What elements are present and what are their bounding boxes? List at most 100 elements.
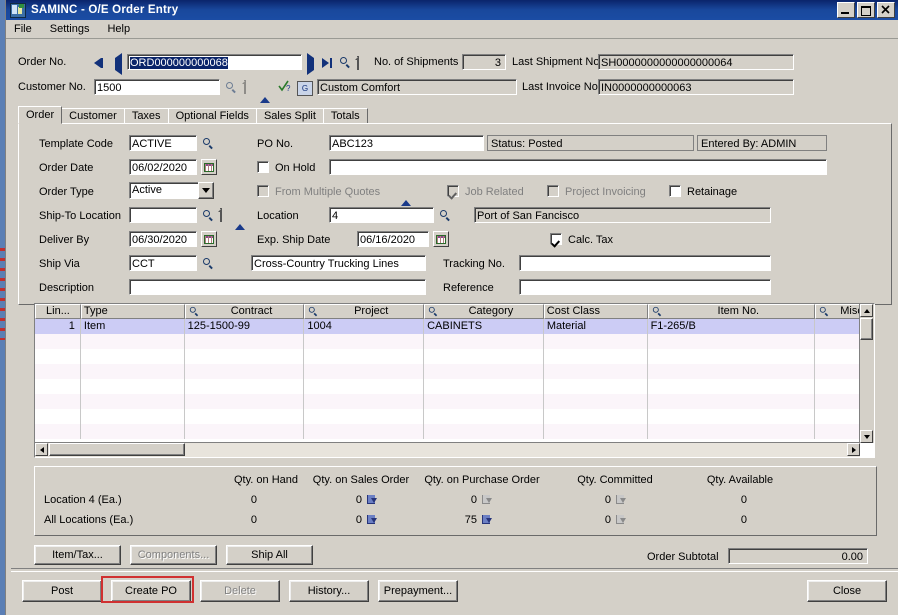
table-row-empty[interactable]: [35, 379, 875, 394]
grid-empty-rows[interactable]: [35, 334, 875, 439]
order-nav-prev[interactable]: [115, 53, 122, 75]
order-no-new-icon[interactable]: [357, 56, 359, 70]
exp-ship-date-calendar-icon[interactable]: [433, 231, 449, 247]
ship-via-label: Ship Via: [39, 258, 80, 270]
cell-empty: [81, 394, 185, 409]
grid-col-cost-class[interactable]: Cost Class: [543, 304, 648, 319]
table-row-empty[interactable]: [35, 424, 875, 439]
on-hold-checkbox[interactable]: [257, 161, 269, 173]
grid-col-project[interactable]: Project: [304, 304, 425, 319]
order-nav-last[interactable]: [322, 58, 332, 68]
create-po-button[interactable]: Create PO: [111, 580, 191, 602]
scroll-right-button[interactable]: [847, 443, 860, 456]
tab-totals[interactable]: Totals: [322, 108, 368, 124]
scroll-up-button[interactable]: [860, 304, 873, 317]
cell-empty: [648, 349, 816, 364]
sales-order-drill-icon[interactable]: [367, 495, 377, 506]
deliver-by-input[interactable]: 06/30/2020: [129, 231, 197, 247]
application-icon: [10, 3, 26, 18]
item-tax-button[interactable]: Item/Tax...: [34, 545, 121, 565]
ship-via-input[interactable]: CCT: [129, 255, 197, 271]
retainage-checkbox[interactable]: [669, 185, 681, 197]
scroll-left-button[interactable]: [35, 443, 48, 456]
order-type-select[interactable]: Active: [129, 182, 214, 199]
deliver-by-calendar-icon[interactable]: [201, 231, 217, 247]
tab-sales-split[interactable]: Sales Split: [255, 108, 324, 124]
customer-no-input[interactable]: 1500: [94, 79, 220, 95]
po-no-input[interactable]: ABC123: [329, 135, 484, 151]
exp-ship-date-input[interactable]: 06/16/2020: [357, 231, 429, 247]
menu-item-file[interactable]: File: [14, 23, 32, 35]
ship-via-description[interactable]: Cross-Country Trucking Lines: [251, 255, 426, 271]
order-lines-grid[interactable]: Lin... Type Contract Project Category Co…: [34, 303, 875, 458]
tab-order[interactable]: Order: [18, 106, 63, 124]
cell-empty: [424, 349, 544, 364]
po-no-label: PO No.: [257, 138, 294, 150]
qty-row0-on-purchase-order: 0: [470, 494, 477, 506]
template-code-input[interactable]: ACTIVE: [129, 135, 197, 151]
cell-empty: [185, 394, 305, 409]
last-invoice-no-label: Last Invoice No.: [522, 81, 601, 93]
ship-to-location-input[interactable]: [129, 207, 197, 223]
customer-drill-up-icon[interactable]: [260, 85, 270, 103]
order-date-calendar-icon[interactable]: [201, 159, 217, 175]
description-input[interactable]: [129, 279, 426, 295]
grid-col-type[interactable]: Type: [80, 304, 185, 319]
last-invoice-no-value: IN0000000000063: [598, 79, 794, 95]
purchase-order-drill-icon-2[interactable]: [482, 515, 492, 526]
table-row-empty[interactable]: [35, 349, 875, 364]
order-no-input[interactable]: ORD000000000068: [127, 54, 302, 70]
menu-item-help[interactable]: Help: [107, 23, 130, 35]
qty-row0-on-hand: 0: [250, 494, 257, 506]
menu-item-settings[interactable]: Settings: [50, 23, 90, 35]
grid-scroll-thumb[interactable]: [860, 318, 873, 340]
footer-buttons: Post Create PO Delete History... Prepaym…: [22, 580, 458, 602]
cell-empty: [35, 349, 81, 364]
customer-inquiry-icon[interactable]: G: [297, 81, 313, 96]
table-row[interactable]: 1 Item 125-1500-99 1004 CABINETS Materia…: [35, 319, 875, 334]
close-window-button[interactable]: [877, 2, 895, 18]
order-date-input[interactable]: 06/02/2020: [129, 159, 197, 175]
tracking-no-input[interactable]: [519, 255, 771, 271]
grid-vertical-scrollbar[interactable]: [859, 304, 874, 443]
calc-tax-label: Calc. Tax: [568, 234, 614, 246]
grid-col-category[interactable]: Category: [424, 304, 544, 319]
customer-new-icon[interactable]: [244, 80, 246, 94]
table-row-empty[interactable]: [35, 334, 875, 349]
grid-col-contract[interactable]: Contract: [184, 304, 305, 319]
scroll-down-button[interactable]: [860, 430, 873, 443]
maximize-button[interactable]: [857, 2, 875, 18]
prepayment-button[interactable]: Prepayment...: [378, 580, 458, 602]
close-button[interactable]: Close: [807, 580, 887, 602]
grid-hscroll-thumb[interactable]: [49, 443, 185, 456]
grid-horizontal-scrollbar[interactable]: [35, 442, 860, 457]
quotes-drill-icon[interactable]: [401, 188, 411, 206]
sales-order-drill-icon-2[interactable]: [367, 515, 377, 526]
table-row-empty[interactable]: [35, 364, 875, 379]
post-button[interactable]: Post: [22, 580, 102, 602]
chevron-down-icon[interactable]: [198, 182, 214, 199]
customer-check-icon[interactable]: ?: [278, 79, 292, 96]
cell-empty: [544, 424, 648, 439]
table-row-empty[interactable]: [35, 394, 875, 409]
qty-row-all-locations-label: All Locations (Ea.): [44, 514, 134, 526]
order-nav-first[interactable]: [94, 58, 103, 68]
on-hold-reason-input[interactable]: [329, 159, 827, 175]
tab-taxes[interactable]: Taxes: [123, 108, 169, 124]
ship-all-button[interactable]: Ship All: [226, 545, 313, 565]
order-nav-next[interactable]: [307, 53, 314, 75]
tab-customer[interactable]: Customer: [61, 108, 125, 124]
grid-col-line[interactable]: Lin...: [35, 304, 81, 319]
cell-empty: [648, 379, 816, 394]
calc-tax-checkbox[interactable]: [550, 233, 562, 245]
tab-optional-fields[interactable]: Optional Fields: [167, 108, 257, 124]
grid-col-item-no[interactable]: Item No.: [647, 304, 816, 319]
location-input[interactable]: 4: [329, 207, 434, 223]
table-row-empty[interactable]: [35, 409, 875, 424]
minimize-button[interactable]: [837, 2, 855, 18]
ship-to-location-new-icon[interactable]: [220, 208, 222, 222]
cell-empty: [304, 409, 425, 424]
ship-to-location-drill-icon[interactable]: [235, 212, 245, 230]
history-button[interactable]: History...: [289, 580, 369, 602]
reference-input[interactable]: [519, 279, 771, 295]
